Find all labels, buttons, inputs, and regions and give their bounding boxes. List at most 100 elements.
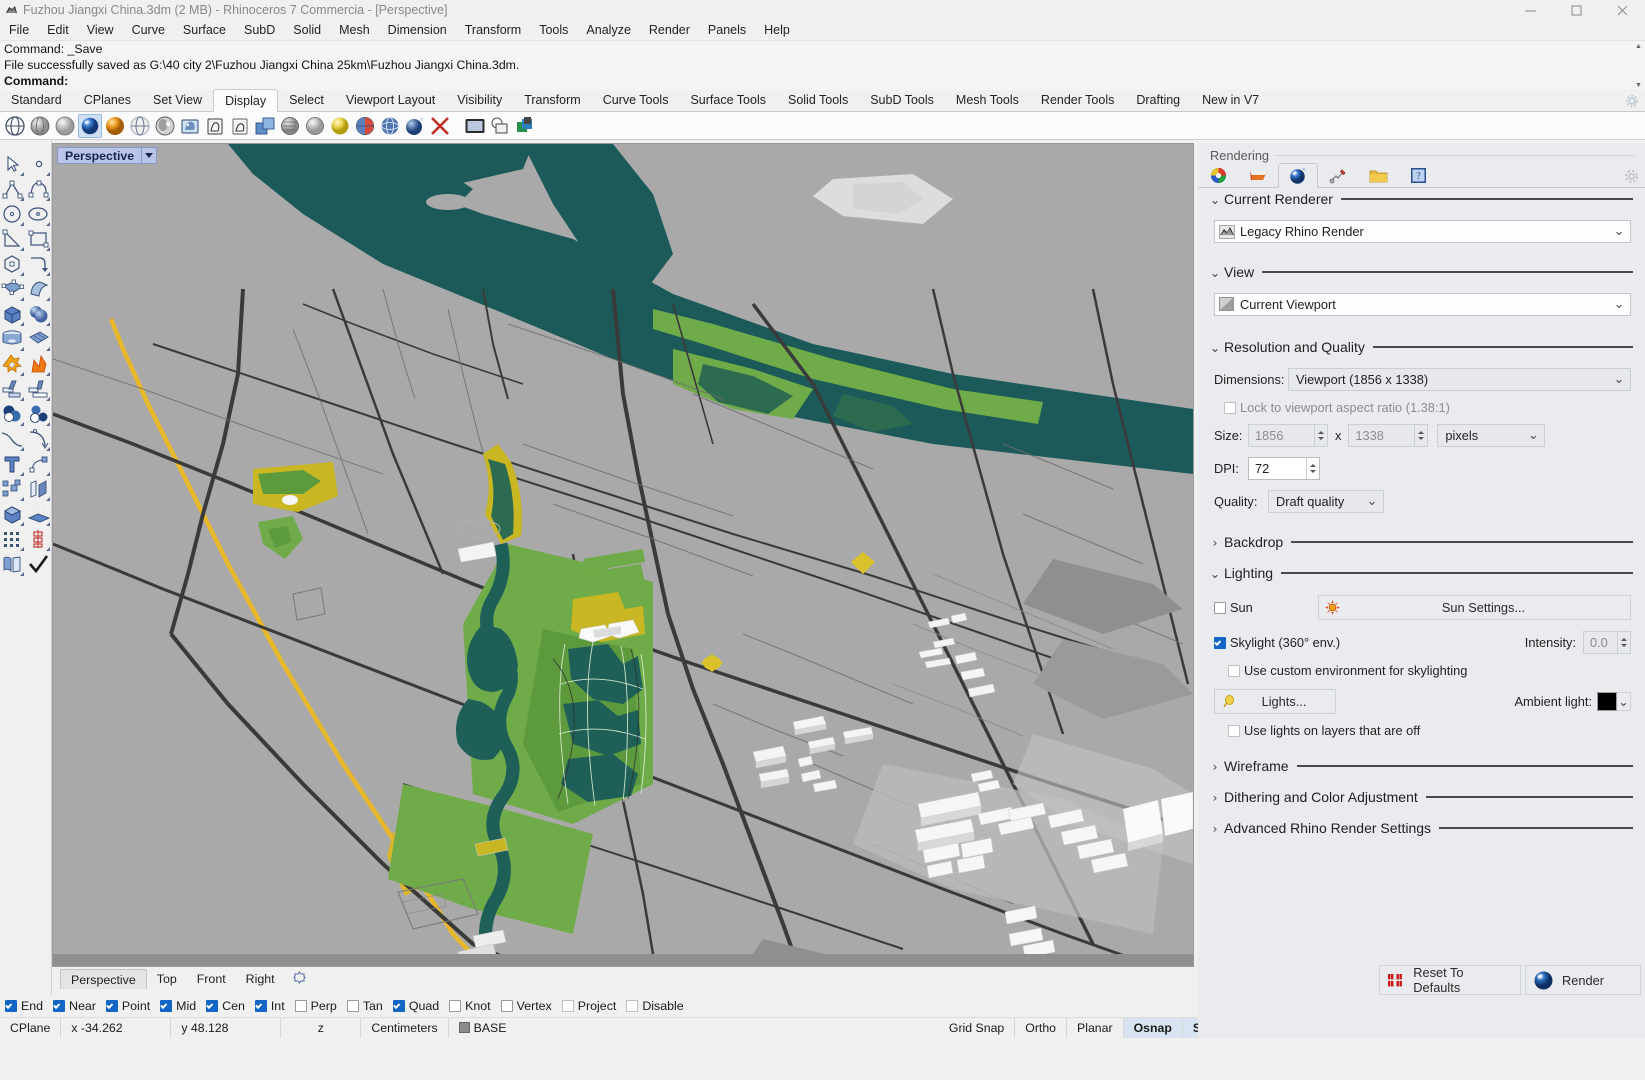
osnap-mid[interactable]: Mid (160, 999, 196, 1013)
menu-mesh[interactable]: Mesh (330, 20, 379, 40)
view-tab-perspective[interactable]: Perspective (60, 969, 147, 989)
osnap-int-checkbox[interactable] (254, 1000, 267, 1012)
tab-standard[interactable]: Standard (0, 89, 73, 111)
osnap-vertex-checkbox[interactable] (500, 1000, 513, 1012)
perspective-viewport[interactable]: Perspective (52, 143, 1194, 967)
size-height-input[interactable]: 1338 (1348, 424, 1429, 447)
menu-file[interactable]: File (0, 20, 38, 40)
tab-surface-tools[interactable]: Surface Tools (679, 89, 777, 111)
menu-subd[interactable]: SubD (235, 20, 284, 40)
tab-transform[interactable]: Transform (513, 89, 592, 111)
section-lighting[interactable]: ⌄ Lighting (1208, 562, 1645, 584)
section-current-renderer[interactable]: ⌄ Current Renderer (1208, 188, 1645, 210)
menu-view[interactable]: View (78, 20, 123, 40)
osnap-disable-checkbox[interactable] (626, 1000, 639, 1012)
dpi-stepper[interactable] (1306, 458, 1319, 479)
chevron-right-icon[interactable]: › (1208, 821, 1222, 836)
tab-select[interactable]: Select (278, 89, 335, 111)
colorize-icon[interactable] (378, 114, 402, 138)
menu-render[interactable]: Render (640, 20, 699, 40)
size-width-input[interactable]: 1856 (1248, 424, 1328, 447)
toolbar-options-gear-icon[interactable] (1625, 94, 1639, 108)
close-icon[interactable] (1599, 0, 1645, 20)
explode-icon[interactable] (0, 352, 26, 377)
menu-transform[interactable]: Transform (456, 20, 531, 40)
polygon-icon[interactable] (0, 252, 26, 277)
boolean-difference-icon[interactable] (26, 402, 52, 427)
sun-checkbox[interactable] (1214, 601, 1226, 614)
polyline-icon[interactable] (0, 177, 26, 202)
section-resolution-quality[interactable]: ⌄ Resolution and Quality (1208, 336, 1645, 358)
tab-new-in-v7[interactable]: New in V7 (1191, 89, 1270, 111)
tab-subd-tools[interactable]: SubD Tools (859, 89, 945, 111)
tab-solid-tools[interactable]: Solid Tools (777, 89, 859, 111)
status-grid-snap[interactable]: Grid Snap (939, 1017, 1016, 1038)
materials-tab-icon[interactable] (1198, 164, 1238, 187)
rendered-display-icon[interactable] (78, 113, 102, 138)
blocks-display-icon[interactable] (278, 114, 302, 138)
status-cplane[interactable]: CPlane (0, 1017, 62, 1038)
extrude-srf-icon[interactable] (26, 502, 52, 527)
osnap-point[interactable]: Point (105, 999, 150, 1013)
rendering-tab-icon[interactable] (1278, 163, 1318, 188)
rectangular-array-icon[interactable] (0, 527, 26, 552)
osnap-end-checkbox[interactable] (5, 1000, 17, 1012)
surface-srf-pt-icon[interactable] (0, 277, 26, 302)
menu-panels[interactable]: Panels (699, 20, 755, 40)
osnap-end[interactable]: End (5, 999, 43, 1013)
ellipse-icon[interactable] (26, 202, 52, 227)
ambient-light-color-swatch[interactable] (1597, 692, 1617, 711)
section-view[interactable]: ⌄ View (1208, 261, 1645, 283)
custom-environment-checkbox[interactable] (1228, 664, 1240, 677)
tab-curve-tools[interactable]: Curve Tools (592, 89, 680, 111)
chevron-down-icon[interactable]: ⌄ (1208, 340, 1222, 355)
point-edit-icon[interactable] (26, 452, 52, 477)
intensity-stepper[interactable] (1617, 632, 1630, 653)
osnap-project-checkbox[interactable] (561, 1000, 574, 1012)
tab-mesh-tools[interactable]: Mesh Tools (945, 89, 1030, 111)
layer-color-swatch[interactable] (458, 1021, 470, 1033)
box-solid-icon[interactable] (0, 302, 26, 327)
section-advanced[interactable]: › Advanced Rhino Render Settings (1208, 817, 1645, 839)
osnap-near-checkbox[interactable] (53, 1000, 66, 1012)
osnap-knot-checkbox[interactable] (449, 1000, 462, 1012)
status-units[interactable]: Centimeters (361, 1017, 449, 1038)
tab-viewport-layout[interactable]: Viewport Layout (335, 89, 446, 111)
render-button[interactable]: Render (1525, 965, 1641, 995)
surface-loft-icon[interactable] (26, 277, 52, 302)
chevron-down-icon[interactable]: ⌄ (1208, 265, 1222, 280)
draft-angle-icon[interactable] (428, 114, 452, 138)
chevron-down-icon[interactable]: ⌄ (1208, 192, 1222, 207)
tab-visibility[interactable]: Visibility (446, 89, 513, 111)
ghosted-display-icon[interactable] (128, 114, 152, 138)
minimize-icon[interactable] (1507, 0, 1553, 20)
reset-to-defaults-button[interactable]: Reset To Defaults (1379, 965, 1521, 995)
use-lights-off-layers-checkbox[interactable] (1228, 724, 1240, 737)
osnap-disable[interactable]: Disable (626, 999, 684, 1013)
osnap-perp-checkbox[interactable] (294, 1000, 307, 1012)
array-icon[interactable] (0, 477, 26, 502)
pen-display-icon[interactable] (228, 114, 252, 138)
command-history-area[interactable]: Command: _Save File successfully saved a… (0, 40, 1645, 91)
render-help-tab-icon[interactable]: ? (1398, 164, 1438, 187)
chevron-down-icon[interactable]: ⌄ (1612, 372, 1626, 387)
dpi-input[interactable]: 72 (1248, 457, 1320, 480)
shaded-display-icon[interactable] (28, 114, 52, 138)
menu-solid[interactable]: Solid (284, 20, 330, 40)
size-width-stepper[interactable] (1314, 425, 1327, 446)
tab-render-tools[interactable]: Render Tools (1030, 89, 1125, 111)
cylinder-revolve-icon[interactable] (0, 327, 26, 352)
osnap-quad-checkbox[interactable] (392, 1000, 405, 1012)
arctic-display-icon[interactable] (103, 114, 127, 138)
osnap-project[interactable]: Project (561, 999, 616, 1013)
chevron-down-icon[interactable]: ⌄ (1526, 428, 1540, 443)
offset-surface-icon[interactable] (26, 477, 52, 502)
osnap-cen-checkbox[interactable] (206, 1000, 219, 1012)
chevron-down-icon[interactable]: ⌄ (1612, 224, 1626, 239)
osnap-cen[interactable]: Cen (206, 999, 245, 1013)
view-tab-right[interactable]: Right (236, 969, 285, 989)
view-combo[interactable]: Current Viewport ⌄ (1214, 293, 1631, 316)
trim-icon[interactable] (0, 377, 26, 402)
arc-blend-icon[interactable] (26, 427, 52, 452)
surface-patch-icon[interactable] (26, 327, 52, 352)
